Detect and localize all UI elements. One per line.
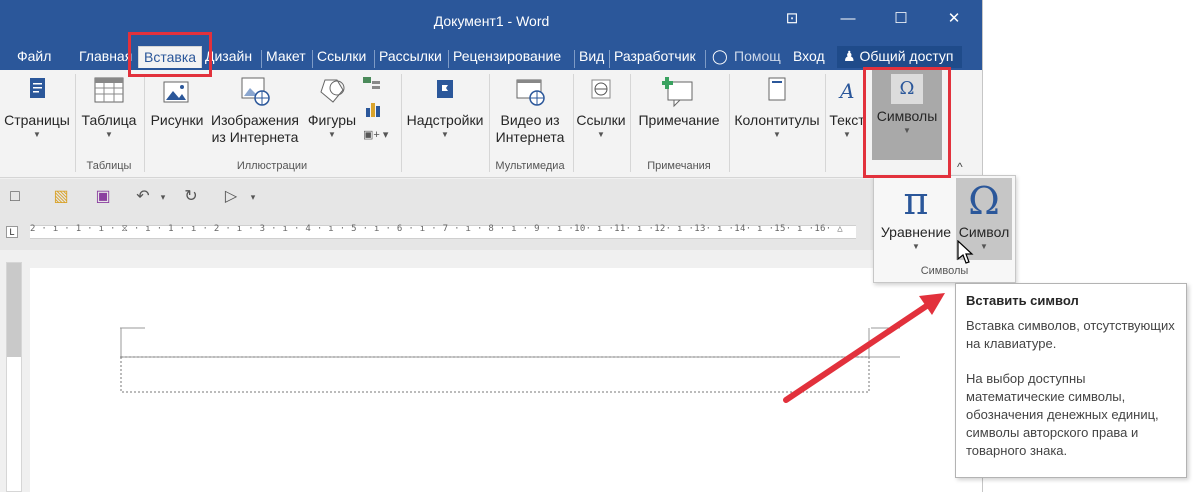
red-arrow [783,293,945,403]
